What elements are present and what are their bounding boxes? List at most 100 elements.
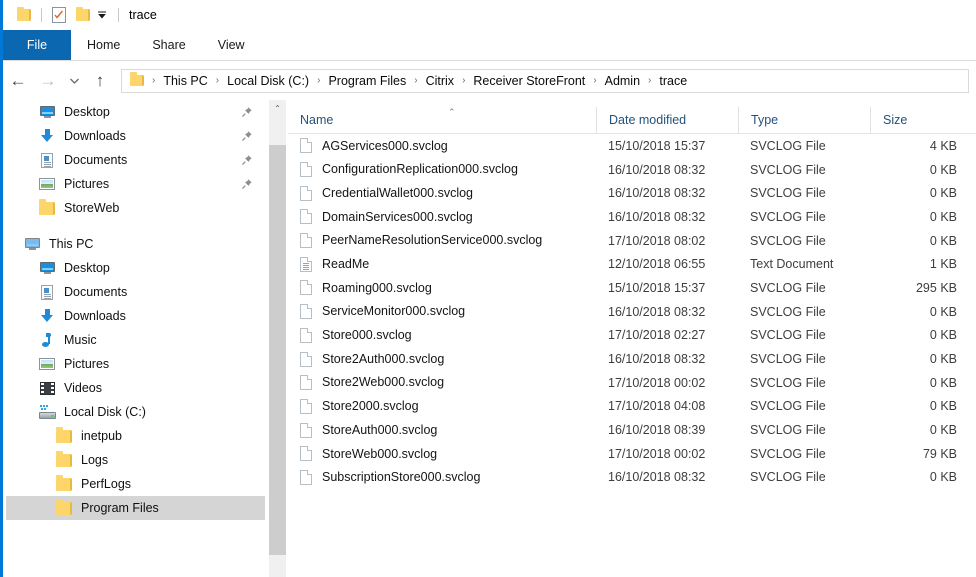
sidebar-item-label: Downloads	[64, 130, 126, 143]
table-row[interactable]: ReadMe12/10/2018 06:55Text Document1 KB	[288, 252, 976, 276]
picture-icon	[37, 356, 57, 372]
table-row[interactable]: StoreWeb000.svclog17/10/2018 00:02SVCLOG…	[288, 442, 976, 466]
sidebar-item-label: PerfLogs	[81, 478, 131, 491]
table-row[interactable]: ConfigurationReplication000.svclog16/10/…	[288, 158, 976, 182]
sidebar-item-documents[interactable]: Documents	[6, 148, 265, 172]
file-name-cell: Store2Auth000.svclog	[288, 352, 596, 367]
file-date-modified-cell: 17/10/2018 08:02	[596, 234, 738, 248]
breadcrumb-item-citrix[interactable]: Citrix	[424, 74, 456, 88]
tab-share[interactable]: Share	[136, 30, 201, 60]
table-row[interactable]: ServiceMonitor000.svclog16/10/2018 08:32…	[288, 300, 976, 324]
file-type-cell: SVCLOG File	[738, 234, 870, 248]
pin-icon[interactable]	[241, 130, 253, 142]
tab-view[interactable]: View	[202, 30, 261, 60]
file-type-cell: SVCLOG File	[738, 305, 870, 319]
column-header-type[interactable]: Type	[738, 107, 870, 133]
sidebar-item-desktop[interactable]: Desktop	[6, 256, 265, 280]
tab-file[interactable]: File	[3, 30, 71, 60]
sidebar-item-documents[interactable]: Documents	[6, 280, 265, 304]
table-row[interactable]: CredentialWallet000.svclog16/10/2018 08:…	[288, 181, 976, 205]
pin-icon[interactable]	[241, 154, 253, 166]
scrollbar-thumb[interactable]	[269, 145, 286, 555]
navigation-group-spacer	[6, 220, 265, 232]
table-row[interactable]: Store2000.svclog17/10/2018 04:08SVCLOG F…	[288, 395, 976, 419]
breadcrumb-item-program-files[interactable]: Program Files	[326, 74, 408, 88]
file-type-cell: SVCLOG File	[738, 139, 870, 153]
sidebar-item-program-files[interactable]: Program Files	[6, 496, 265, 520]
text-file-icon	[300, 257, 312, 272]
table-row[interactable]: Store2Auth000.svclog16/10/2018 08:32SVCL…	[288, 347, 976, 371]
sidebar-item-local-disk-c[interactable]: Local Disk (C:)	[6, 400, 265, 424]
sidebar-item-pictures[interactable]: Pictures	[6, 172, 265, 196]
file-type-cell: SVCLOG File	[738, 376, 870, 390]
folder-icon[interactable]	[74, 6, 92, 24]
file-size-cell: 0 KB	[870, 352, 966, 366]
pin-icon[interactable]	[241, 178, 253, 190]
breadcrumb-item-this-pc[interactable]: This PC	[161, 74, 209, 88]
file-name-cell: Store2Web000.svclog	[288, 375, 596, 390]
back-button[interactable]: ←	[3, 66, 33, 96]
sidebar-item-storeweb[interactable]: StoreWeb	[6, 196, 265, 220]
properties-checklist-icon[interactable]	[50, 6, 68, 24]
column-header-size[interactable]: Size	[870, 107, 966, 133]
navigation-pane-scrollbar[interactable]: ⌃	[269, 100, 286, 577]
column-header-name-label: Name	[300, 113, 333, 127]
sidebar-item-perflogs[interactable]: PerfLogs	[6, 472, 265, 496]
title-bar: trace	[3, 0, 976, 30]
file-date-modified-cell: 16/10/2018 08:32	[596, 305, 738, 319]
table-row[interactable]: Roaming000.svclog15/10/2018 15:37SVCLOG …	[288, 276, 976, 300]
column-header-name[interactable]: Name ⌃	[288, 107, 596, 133]
file-explorer-window: trace File Home Share View ← → ↑ › This …	[0, 0, 976, 577]
file-name-label: PeerNameResolutionService000.svclog	[322, 234, 542, 247]
file-size-cell: 0 KB	[870, 163, 966, 177]
sidebar-item-downloads[interactable]: Downloads	[6, 124, 265, 148]
file-type-cell: SVCLOG File	[738, 186, 870, 200]
column-header-date-modified[interactable]: Date modified	[596, 107, 738, 133]
file-name-label: Store2Auth000.svclog	[322, 353, 444, 366]
file-size-cell: 4 KB	[870, 139, 966, 153]
breadcrumb-separator: ›	[146, 75, 161, 86]
table-row[interactable]: PeerNameResolutionService000.svclog 17/10…	[288, 229, 976, 253]
breadcrumb-item-trace[interactable]: trace	[657, 74, 689, 88]
sidebar-item-label: Pictures	[64, 178, 109, 191]
file-type-cell: SVCLOG File	[738, 423, 870, 437]
table-row[interactable]: Store2Web000.svclog17/10/2018 00:02SVCLO…	[288, 371, 976, 395]
sidebar-item-this-pc[interactable]: This PC	[6, 232, 265, 256]
sidebar-item-downloads[interactable]: Downloads	[6, 304, 265, 328]
breadcrumb[interactable]: › This PC › Local Disk (C:) › Program Fi…	[121, 69, 969, 93]
blank-file-icon	[300, 304, 312, 319]
file-date-modified-cell: 16/10/2018 08:32	[596, 470, 738, 484]
customize-quick-access-caret-icon[interactable]	[94, 7, 110, 23]
breadcrumb-item-admin[interactable]: Admin	[603, 74, 642, 88]
scroll-up-button[interactable]: ⌃	[269, 100, 286, 117]
table-row[interactable]: StoreAuth000.svclog16/10/2018 08:39SVCLO…	[288, 418, 976, 442]
sidebar-item-desktop[interactable]: Desktop	[6, 100, 265, 124]
file-rows-container: AGServices000.svclog15/10/2018 15:37SVCL…	[288, 134, 976, 489]
file-date-modified-cell: 17/10/2018 04:08	[596, 399, 738, 413]
sidebar-item-inetpub[interactable]: inetpub	[6, 424, 265, 448]
blank-file-icon	[300, 399, 312, 414]
table-row[interactable]: AGServices000.svclog15/10/2018 15:37SVCL…	[288, 134, 976, 158]
tab-home[interactable]: Home	[71, 30, 136, 60]
monitor-icon	[37, 260, 57, 276]
breadcrumb-item-receiver-storefront[interactable]: Receiver StoreFront	[471, 74, 587, 88]
table-row[interactable]: SubscriptionStore000.svclog 16/10/2018 08…	[288, 466, 976, 490]
recent-locations-button[interactable]	[63, 66, 85, 96]
titlebar-divider	[41, 8, 42, 22]
sidebar-item-logs[interactable]: Logs	[6, 448, 265, 472]
ribbon-tab-bar: File Home Share View	[3, 30, 976, 61]
sidebar-item-pictures[interactable]: Pictures	[6, 352, 265, 376]
file-date-modified-cell: 16/10/2018 08:32	[596, 163, 738, 177]
table-row[interactable]: Store000.svclog17/10/2018 02:27SVCLOG Fi…	[288, 324, 976, 348]
table-row[interactable]: DomainServices000.svclog16/10/2018 08:32…	[288, 205, 976, 229]
pin-icon[interactable]	[241, 106, 253, 118]
file-name-label: SubscriptionStore000.svclog	[322, 471, 480, 484]
forward-button[interactable]: →	[33, 66, 63, 96]
music-icon	[37, 332, 57, 348]
breadcrumb-item-local-disk[interactable]: Local Disk (C:)	[225, 74, 311, 88]
blank-file-icon	[300, 209, 312, 224]
sidebar-item-music[interactable]: Music	[6, 328, 265, 352]
sidebar-item-videos[interactable]: Videos	[6, 376, 265, 400]
up-button[interactable]: ↑	[85, 66, 115, 96]
file-type-cell: SVCLOG File	[738, 447, 870, 461]
